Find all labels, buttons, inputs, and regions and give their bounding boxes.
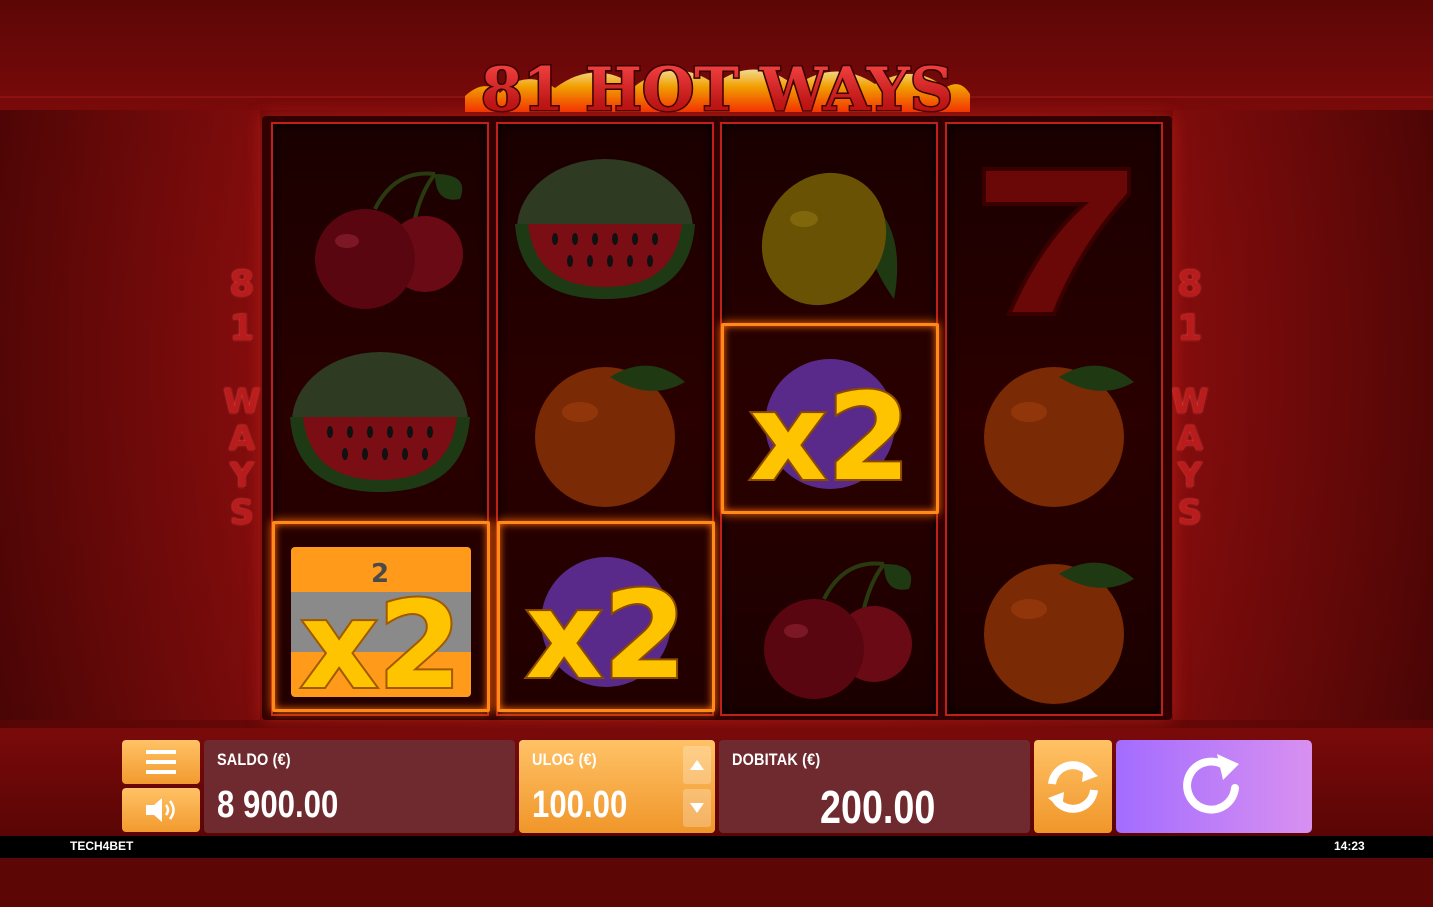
ways-label-right: 8 1 W A Y S	[1171, 264, 1209, 533]
right-backdrop	[1173, 110, 1433, 720]
win-panel: DOBITAK (€) 200.00	[719, 740, 1030, 833]
menu-button[interactable]	[122, 740, 200, 784]
svg-text:x2: x2	[750, 369, 911, 499]
cherry-symbol	[273, 136, 487, 332]
spin-icon	[1183, 753, 1239, 814]
autoplay-icon	[1048, 760, 1098, 813]
game-logo: 81 HOT WAYS	[465, 48, 970, 127]
left-backdrop	[0, 110, 260, 720]
win-value: 200.00	[820, 781, 936, 833]
brand-label: TECH4BET	[70, 839, 134, 853]
status-footer: TECH4BET 14:23	[0, 836, 1433, 858]
lemon-symbol	[722, 136, 936, 332]
clock: 14:23	[1334, 839, 1365, 853]
winning-x2-bar-symbol: 2 x2	[272, 521, 490, 712]
game-title: 81 HOT WAYS	[481, 55, 953, 122]
svg-text:x2: x2	[301, 577, 462, 697]
bet-value: 100.00	[532, 784, 628, 826]
orange-symbol	[947, 526, 1161, 722]
autoplay-button[interactable]	[1034, 740, 1112, 833]
winning-x2-plum-symbol: x2	[497, 521, 715, 712]
hamburger-icon	[146, 750, 176, 774]
bet-label: ULOG (€)	[532, 750, 597, 769]
balance-panel: SALDO (€) 8 900.00	[204, 740, 515, 833]
orange-symbol	[498, 329, 712, 525]
watermelon-symbol	[273, 329, 487, 525]
winning-x2-plum-symbol: x2	[721, 323, 939, 514]
bottom-band	[0, 858, 1433, 907]
reel-4	[945, 122, 1163, 716]
bet-up-button[interactable]	[683, 746, 711, 784]
win-label: DOBITAK (€)	[732, 750, 821, 769]
speaker-icon	[146, 798, 175, 822]
spin-button[interactable]	[1116, 740, 1312, 833]
arrow-down-icon	[690, 803, 704, 813]
watermelon-symbol	[498, 136, 712, 332]
cherry-symbol	[722, 526, 936, 722]
balance-label: SALDO (€)	[217, 750, 291, 769]
seven-symbol	[947, 136, 1161, 332]
balance-value: 8 900.00	[217, 784, 339, 826]
bet-down-button[interactable]	[683, 789, 711, 827]
orange-symbol	[947, 329, 1161, 525]
bet-panel: ULOG (€) 100.00	[519, 740, 715, 833]
arrow-up-icon	[690, 760, 704, 770]
svg-text:x2: x2	[526, 567, 687, 697]
sound-button[interactable]	[122, 788, 200, 832]
ways-label-left: 8 1 W A Y S	[223, 264, 261, 533]
